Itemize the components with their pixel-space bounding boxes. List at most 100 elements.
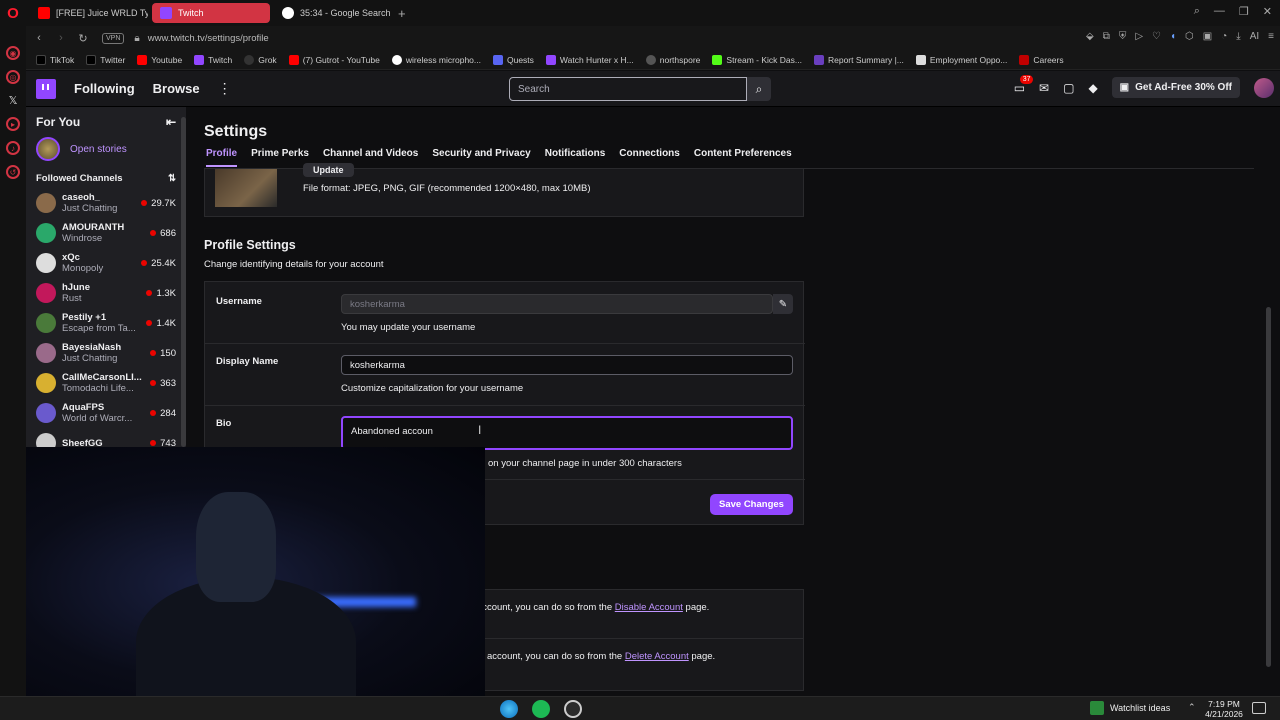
more-menu-icon[interactable]: ⋮ xyxy=(218,80,232,97)
wallet-icon[interactable]: ▣ xyxy=(1203,31,1212,42)
collapse-icon[interactable]: ⇤ xyxy=(166,115,176,129)
ad-free-button[interactable]: ▣ Get Ad-Free 30% Off xyxy=(1111,77,1240,98)
minimize-icon[interactable]: — xyxy=(1214,5,1225,18)
tab-connections[interactable]: Connections xyxy=(619,148,680,167)
reload-icon[interactable]: ↻ xyxy=(74,32,92,45)
url-field[interactable]: www.twitch.tv/settings/profile xyxy=(148,33,269,44)
close-icon[interactable]: ✕ xyxy=(1263,5,1272,18)
tab-juice-wrld[interactable]: [FREE] Juice WRLD Ty xyxy=(30,3,148,23)
bio-textarea[interactable]: Abandoned accoun xyxy=(341,416,793,450)
tab-notifications[interactable]: Notifications xyxy=(545,148,606,167)
channel-item[interactable]: SheefGG 743 xyxy=(26,428,186,447)
tab-security-and-privacy[interactable]: Security and Privacy xyxy=(432,148,530,167)
tray-chevron-icon[interactable]: ⌃ xyxy=(1188,702,1196,713)
play-icon[interactable]: ▷ xyxy=(1135,31,1143,42)
heart-icon[interactable]: ♡ xyxy=(1152,31,1161,42)
bookmark-gutrot[interactable]: (7) Gutrot - YouTube xyxy=(288,54,380,65)
bookmark-twitch[interactable]: Twitch xyxy=(194,54,232,65)
channel-item[interactable]: Pestily +1 Escape from Ta... 1.4K xyxy=(26,308,186,338)
channel-item[interactable]: CallMeCarsonLI... Tomodachi Life... 363 xyxy=(26,368,186,398)
browse-link[interactable]: Browse xyxy=(153,81,200,96)
inbox-icon[interactable]: ✉ xyxy=(1039,81,1049,95)
messenger-icon[interactable]: ◉ xyxy=(6,46,20,60)
edit-pencil-icon[interactable]: ✎ xyxy=(773,294,793,314)
lock-icon[interactable]: 🔒︎ xyxy=(134,33,139,44)
display-name-field[interactable]: kosherkarma xyxy=(341,355,793,375)
music-icon[interactable]: ♪ xyxy=(6,141,20,155)
update-button[interactable]: Update xyxy=(303,163,354,177)
forward-icon[interactable]: › xyxy=(52,32,70,44)
bookmark-report[interactable]: Report Summary |... xyxy=(813,54,904,65)
discord-icon xyxy=(492,54,503,65)
youtube-icon[interactable]: ▸ xyxy=(6,117,20,131)
bookmarks-bar: TikTok Twitter Youtube Twitch Grok (7) G… xyxy=(26,50,1280,70)
channel-item[interactable]: AMOURANTH Windrose 686 xyxy=(26,218,186,248)
shield-icon[interactable]: ⛨ xyxy=(1119,31,1127,42)
search-icon[interactable]: ⌕ xyxy=(747,77,771,101)
channel-item[interactable]: BayesiaNash Just Chatting 150 xyxy=(26,338,186,368)
bookmark-employment[interactable]: Employment Oppo... xyxy=(915,54,1007,65)
tab-content-preferences[interactable]: Content Preferences xyxy=(694,148,792,167)
spotify-icon[interactable] xyxy=(532,700,550,718)
disable-account-link[interactable]: Disable Account xyxy=(615,602,683,613)
profile-icon[interactable]: ◔ xyxy=(1221,31,1227,42)
snapshot-icon[interactable]: ⧉ xyxy=(1103,31,1110,42)
channel-item[interactable]: xQc Monopoly 25.4K xyxy=(26,248,186,278)
notification-center-icon[interactable] xyxy=(1252,702,1266,714)
username-row: Username kosherkarma ✎ You may update yo… xyxy=(205,282,805,344)
bookmark-northspore[interactable]: northspore xyxy=(645,54,700,65)
tab-twitch[interactable]: Twitch xyxy=(152,3,270,23)
clock[interactable]: 7:19 PM 4/21/2026 xyxy=(1202,699,1246,719)
channel-item[interactable]: caseoh_ Just Chatting 29.7K xyxy=(26,188,186,218)
edge-icon[interactable] xyxy=(500,700,518,718)
bookmark-quests[interactable]: Quests xyxy=(492,54,534,65)
main-scrollbar[interactable] xyxy=(1266,307,1271,667)
tab-profile[interactable]: Profile xyxy=(206,148,238,167)
ai-button[interactable]: AI xyxy=(1250,31,1259,42)
widgets-button[interactable]: Watchlist ideas xyxy=(1090,701,1170,715)
new-tab-button[interactable]: + xyxy=(398,6,406,21)
opera-sidebar: ◉ ◎ 𝕏 ▸ ♪ ↺ xyxy=(0,26,26,696)
channel-item[interactable]: AquaFPS World of Warcr... 284 xyxy=(26,398,186,428)
instagram-icon[interactable]: ◎ xyxy=(6,70,20,84)
user-avatar[interactable] xyxy=(1254,77,1274,98)
bookmark-careers[interactable]: Careers xyxy=(1019,54,1064,65)
bookmark-label: Youtube xyxy=(151,54,183,65)
maximize-icon[interactable]: ❐ xyxy=(1239,5,1249,18)
bookmark-youtube[interactable]: Youtube xyxy=(137,54,183,65)
flow-icon[interactable]: ⬙ xyxy=(1086,31,1094,42)
bookmark-hunter[interactable]: Watch Hunter x H... xyxy=(545,54,634,65)
tab-prime-perks[interactable]: Prime Perks xyxy=(251,148,309,167)
x-icon[interactable]: 𝕏 xyxy=(9,94,18,107)
bookmark-grok[interactable]: Grok xyxy=(244,54,277,65)
save-changes-button[interactable]: Save Changes xyxy=(710,494,793,515)
file-format-text: File format: JPEG, PNG, GIF (recommended… xyxy=(303,183,591,194)
bookmark-tiktok[interactable]: TikTok xyxy=(36,54,74,65)
history-icon[interactable]: ↺ xyxy=(6,165,20,179)
open-stories[interactable]: Open stories xyxy=(26,129,186,161)
extensions-icon[interactable]: ⬡ xyxy=(1185,31,1194,42)
opera-logo-icon[interactable]: O xyxy=(0,0,26,26)
download-icon[interactable]: ⤓ xyxy=(1236,31,1240,42)
vpn-badge[interactable]: VPN xyxy=(102,32,125,44)
menu-icon[interactable]: ≡ xyxy=(1268,31,1274,42)
whispers-icon[interactable]: ▢ xyxy=(1063,81,1074,95)
notifications-icon[interactable]: ▭ 37 xyxy=(1014,74,1034,95)
channel-name: hJune xyxy=(62,282,90,293)
search-input[interactable]: Search xyxy=(509,77,747,101)
twitch-logo-icon[interactable] xyxy=(36,78,56,99)
crown-icon[interactable]: ◆ xyxy=(1088,81,1097,95)
sound-icon[interactable]: ◖ xyxy=(1170,31,1176,42)
following-link[interactable]: Following xyxy=(74,81,135,96)
obs-icon[interactable] xyxy=(564,700,582,718)
search-tabs-icon[interactable]: ⌕ xyxy=(1194,5,1200,18)
channel-item[interactable]: hJune Rust 1.3K xyxy=(26,278,186,308)
twitch-top-nav: Following Browse ⋮ Search ⌕ ▭ 37 ✉ ▢ ◆ ▣ G… xyxy=(26,71,1280,107)
sort-icon[interactable]: ⇅ xyxy=(168,173,176,184)
bookmark-twitter[interactable]: Twitter xyxy=(86,54,125,65)
bookmark-kick[interactable]: Stream - Kick Das... xyxy=(712,54,802,65)
delete-account-link[interactable]: Delete Account xyxy=(625,651,689,662)
bookmark-wireless[interactable]: wireless micropho... xyxy=(391,54,481,65)
tab-google-search[interactable]: 35:34 - Google Search xyxy=(274,3,392,23)
back-icon[interactable]: ‹ xyxy=(30,32,48,44)
